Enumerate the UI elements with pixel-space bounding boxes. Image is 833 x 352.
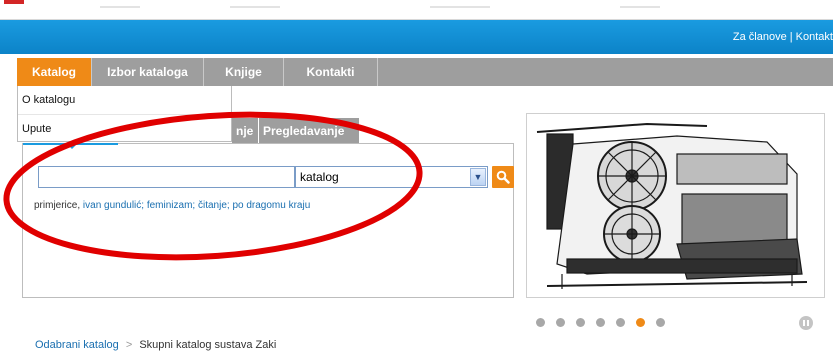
slider-dot[interactable] [576, 318, 585, 327]
search-input[interactable] [38, 166, 295, 188]
breadcrumb: Odabrani katalog > Skupni katalog sustav… [35, 339, 276, 351]
example-link[interactable]: feminizam; [147, 200, 195, 211]
breadcrumb-link[interactable]: Odabrani katalog [35, 339, 119, 351]
search-icon [496, 170, 510, 184]
breadcrumb-separator: > [125, 339, 133, 351]
katalog-dropdown-menu: O katalogu Upute [17, 86, 232, 142]
subtab-label: Pregledavanje [263, 124, 345, 138]
menu-item-label: Upute [22, 123, 52, 135]
top-divider [230, 6, 280, 8]
example-link[interactable]: po dragomu kraju [232, 200, 310, 211]
tab-label: Katalog [31, 65, 76, 79]
tab-label: Knjige [225, 65, 262, 79]
active-tab-pointer [66, 143, 78, 149]
slider-dot[interactable] [556, 318, 565, 327]
top-strip [0, 0, 833, 20]
tab-label: Izbor kataloga [107, 65, 188, 79]
menu-item-label: O katalogu [22, 94, 76, 106]
menu-item-o-katalogu[interactable]: O katalogu [18, 86, 231, 114]
slider-dot[interactable] [616, 318, 625, 327]
chevron-down-icon[interactable]: ▼ [470, 168, 486, 186]
slider-dots [536, 318, 665, 327]
slider-dot[interactable] [596, 318, 605, 327]
search-examples: primjerice, ivan gundulić; feminizam; či… [34, 200, 310, 211]
utility-links-text[interactable]: Za članove | Kontakt [733, 31, 833, 43]
breadcrumb-current: Skupni katalog sustava Zaki [139, 339, 277, 351]
search-subtab-jednostavno[interactable]: nje [232, 118, 258, 144]
subtab-label: nje [236, 124, 254, 138]
slider-dot[interactable] [536, 318, 545, 327]
menu-item-upute[interactable]: Upute [18, 114, 231, 142]
slider-dot[interactable] [656, 318, 665, 327]
utility-links[interactable]: Za članove | Kontakt [733, 31, 833, 43]
pause-icon[interactable] [799, 316, 813, 330]
example-link[interactable]: ivan gundulić; [83, 200, 144, 211]
catalog-select-value: katalog [300, 170, 339, 184]
header-bar: Za članove | Kontakt [0, 20, 833, 54]
printing-press-illustration [536, 122, 808, 289]
examples-label: primjerice, [34, 200, 81, 211]
tab-kontakti[interactable]: Kontakti [284, 58, 378, 86]
printing-press-image [526, 113, 825, 298]
tab-izbor-kataloga[interactable]: Izbor kataloga [92, 58, 204, 86]
page: Za članove | Kontakt Katalog Izbor katal… [0, 0, 833, 352]
tab-katalog[interactable]: Katalog [17, 58, 92, 86]
tab-label: Kontakti [306, 65, 355, 79]
logo-fragment [4, 0, 24, 4]
top-divider [430, 6, 490, 8]
search-panel: katalog ▼ primjerice, ivan gundulić; fem… [22, 143, 514, 298]
top-divider [620, 6, 660, 8]
slider-dot-active[interactable] [636, 318, 645, 327]
main-nav: Katalog Izbor kataloga Knjige Kontakti [17, 58, 833, 86]
catalog-select[interactable]: katalog ▼ [295, 166, 488, 188]
tab-knjige[interactable]: Knjige [204, 58, 284, 86]
search-button[interactable] [492, 166, 514, 188]
top-divider [100, 6, 140, 8]
search-subtab-pregledavanje[interactable]: Pregledavanje [259, 118, 359, 144]
example-link[interactable]: čitanje; [198, 200, 230, 211]
